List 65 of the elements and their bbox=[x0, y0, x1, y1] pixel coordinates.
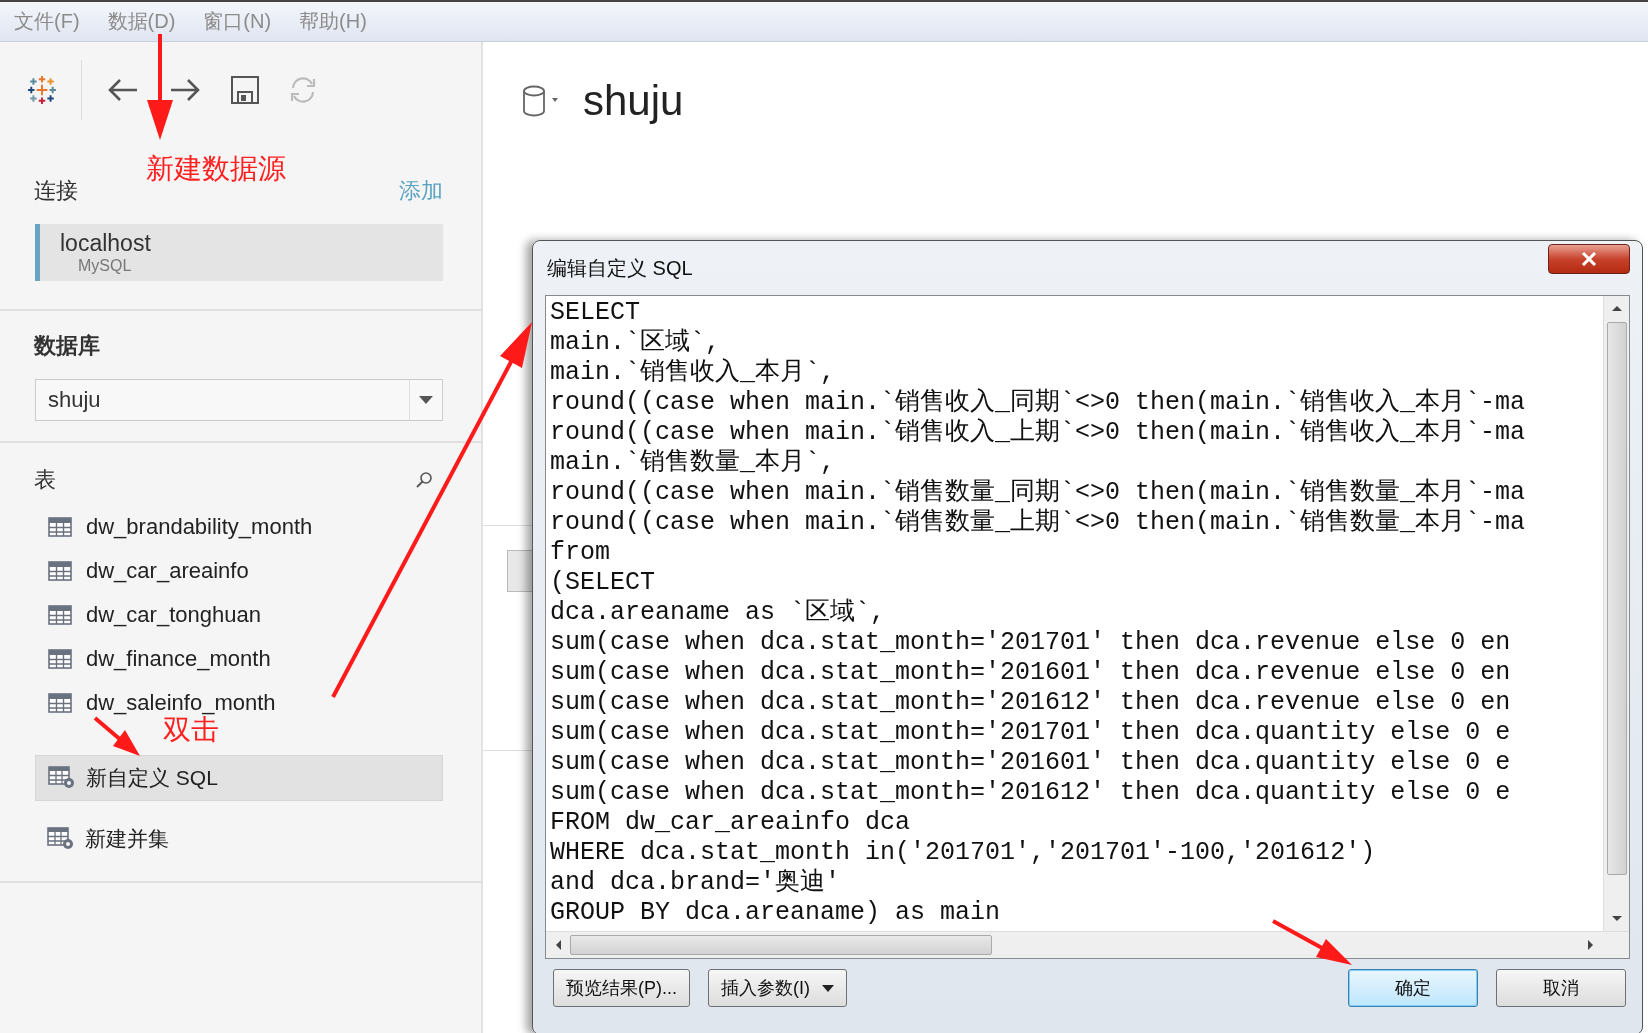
code-line: round((case when main.`销售数量_上期`<>0 then(main.`销售数量_本月`-ma bbox=[550, 508, 1527, 538]
table-item[interactable]: dw_brandability_month bbox=[0, 505, 481, 549]
logo-icon[interactable] bbox=[27, 75, 57, 105]
code-line: sum(case when dca.stat_month='201601' then dca.revenue else 0 en bbox=[550, 658, 1512, 688]
annotation-arrow bbox=[93, 716, 140, 756]
table-item[interactable]: dw_car_areainfo bbox=[0, 549, 481, 593]
code-line: sum(case when dca.stat_month='201701' then dca.revenue else 0 en bbox=[550, 628, 1512, 658]
code-line: dca.areaname as `区域`, bbox=[550, 598, 887, 628]
code-line: and dca.brand='奥迪' bbox=[550, 868, 842, 898]
table-item[interactable]: dw_finance_month bbox=[0, 637, 481, 681]
scroll-left-icon[interactable] bbox=[554, 939, 562, 951]
dialog-title: 编辑自定义 SQL bbox=[546, 255, 693, 281]
code-line: sum(case when dca.stat_month='201701' then dca.quantity else 0 e bbox=[550, 718, 1512, 748]
database-select[interactable]: shuju bbox=[35, 379, 443, 421]
dialog-button[interactable]: 取消 bbox=[1496, 969, 1626, 1007]
scroll-up-icon[interactable] bbox=[1610, 304, 1623, 312]
code-line: GROUP BY dca.areaname) as main bbox=[550, 898, 1002, 928]
vertical-scrollbar[interactable] bbox=[1603, 296, 1629, 931]
annotation-label: 新建数据源 bbox=[146, 152, 286, 186]
table-icon bbox=[48, 605, 72, 625]
code-line: round((case when main.`销售收入_上期`<>0 then(main.`销售收入_本月`-ma bbox=[550, 418, 1527, 448]
close-button[interactable] bbox=[1548, 244, 1630, 274]
dropdown-caret-icon bbox=[419, 396, 433, 404]
table-icon bbox=[48, 649, 72, 669]
scroll-right-icon[interactable] bbox=[1587, 939, 1595, 951]
connection-item[interactable]: localhost MySQL bbox=[35, 224, 443, 281]
database-icon[interactable] bbox=[521, 84, 561, 118]
code-line: round((case when main.`销售收入_同期`<>0 then(main.`销售收入_本月`-ma bbox=[550, 388, 1527, 418]
connections-heading: 连接 bbox=[34, 177, 78, 205]
code-line: main.`区域`, bbox=[550, 328, 722, 358]
sql-editor[interactable] bbox=[545, 295, 1630, 959]
dropdown-button[interactable]: 插入参数(I) bbox=[708, 969, 847, 1007]
connection-type: MySQL bbox=[77, 257, 133, 275]
code-line: sum(case when dca.stat_month='201612' then dca.quantity else 0 e bbox=[550, 778, 1512, 808]
save-icon[interactable] bbox=[230, 75, 260, 105]
table-icon bbox=[48, 517, 72, 537]
data-source-title: shuju bbox=[583, 77, 684, 125]
code-line: WHERE dca.stat_month in('201701','201701'-100,'201612') bbox=[550, 838, 1377, 868]
code-line: sum(case when dca.stat_month='201601' then dca.quantity else 0 e bbox=[550, 748, 1512, 778]
table-gear-icon bbox=[47, 827, 75, 851]
sidebar-action[interactable]: 新自定义 SQL bbox=[35, 755, 443, 801]
table-item[interactable]: dw_car_tonghuan bbox=[0, 593, 481, 637]
code-line: sum(case when dca.stat_month='201612' then dca.revenue else 0 en bbox=[550, 688, 1512, 718]
horizontal-scrollbar[interactable] bbox=[546, 931, 1629, 958]
sidebar-action[interactable]: 新建并集 bbox=[35, 817, 443, 861]
dialog-button[interactable]: 确定 bbox=[1348, 969, 1478, 1007]
tables-heading: 表 bbox=[34, 466, 56, 494]
code-line: FROM dw_car_areainfo dca bbox=[550, 808, 912, 838]
database-heading: 数据库 bbox=[34, 332, 100, 360]
code-line: round((case when main.`销售数量_同期`<>0 then(main.`销售数量_本月`-ma bbox=[550, 478, 1527, 508]
annotation-label: 双击 bbox=[163, 714, 219, 747]
code-line: main.`销售数量_本月`, bbox=[550, 448, 837, 478]
code-line: main.`销售收入_本月`, bbox=[550, 358, 837, 388]
close-icon bbox=[1580, 252, 1598, 266]
table-icon bbox=[48, 693, 72, 713]
caret-icon bbox=[822, 984, 834, 992]
search-icon[interactable] bbox=[415, 471, 433, 489]
scroll-down-icon[interactable] bbox=[1610, 915, 1623, 923]
code-line: (SELECT bbox=[550, 568, 657, 598]
connection-name: localhost bbox=[60, 230, 152, 257]
code-line: from bbox=[550, 538, 611, 568]
dialog-button[interactable]: 预览结果(P)... bbox=[553, 969, 690, 1007]
table-icon bbox=[48, 561, 72, 581]
table-gear-icon bbox=[48, 766, 76, 790]
code-line: SELECT bbox=[550, 298, 641, 328]
